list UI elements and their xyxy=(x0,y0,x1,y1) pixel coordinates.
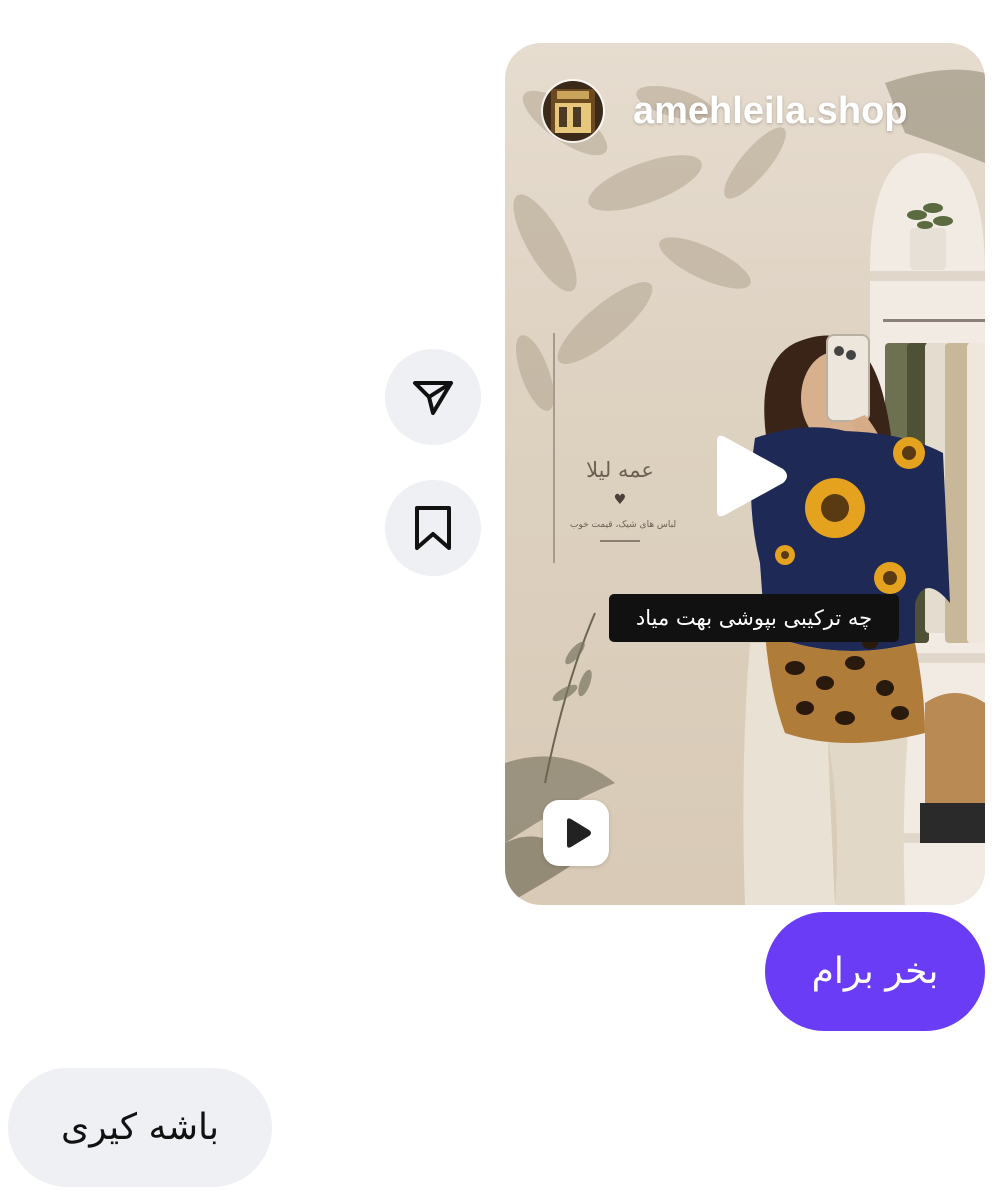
bookmark-icon xyxy=(415,506,451,550)
brand-overlay: عمه لیلا ♥ لباس های شیک، قیمت خوب xyxy=(570,458,677,542)
share-button[interactable] xyxy=(385,349,481,445)
brand-name: عمه لیلا xyxy=(586,458,654,482)
save-button[interactable] xyxy=(385,480,481,576)
brand-divider xyxy=(600,540,640,542)
chat-thread: amehleila.shop عمه لیلا ♥ لباس های شیک، … xyxy=(0,0,1008,1200)
reel-caption: چه ترکیبی بپوشی بهت میاد xyxy=(609,594,899,642)
message-bubble-outgoing[interactable]: بخر برام xyxy=(765,912,985,1031)
shared-reel-card[interactable]: amehleila.shop عمه لیلا ♥ لباس های شیک، … xyxy=(505,43,985,905)
reel-username[interactable]: amehleila.shop xyxy=(633,90,908,133)
reel-avatar[interactable] xyxy=(541,79,605,143)
play-button[interactable] xyxy=(705,431,795,521)
send-icon xyxy=(413,381,453,415)
message-bubble-incoming[interactable]: باشه کیری xyxy=(8,1068,272,1187)
reel-badge xyxy=(543,800,609,866)
brand-heart: ♥ xyxy=(613,492,627,508)
reel-icon xyxy=(567,818,591,848)
play-icon xyxy=(717,435,787,517)
reel-header: amehleila.shop xyxy=(541,79,949,143)
brand-tagline: لباس های شیک، قیمت خوب xyxy=(570,520,677,530)
